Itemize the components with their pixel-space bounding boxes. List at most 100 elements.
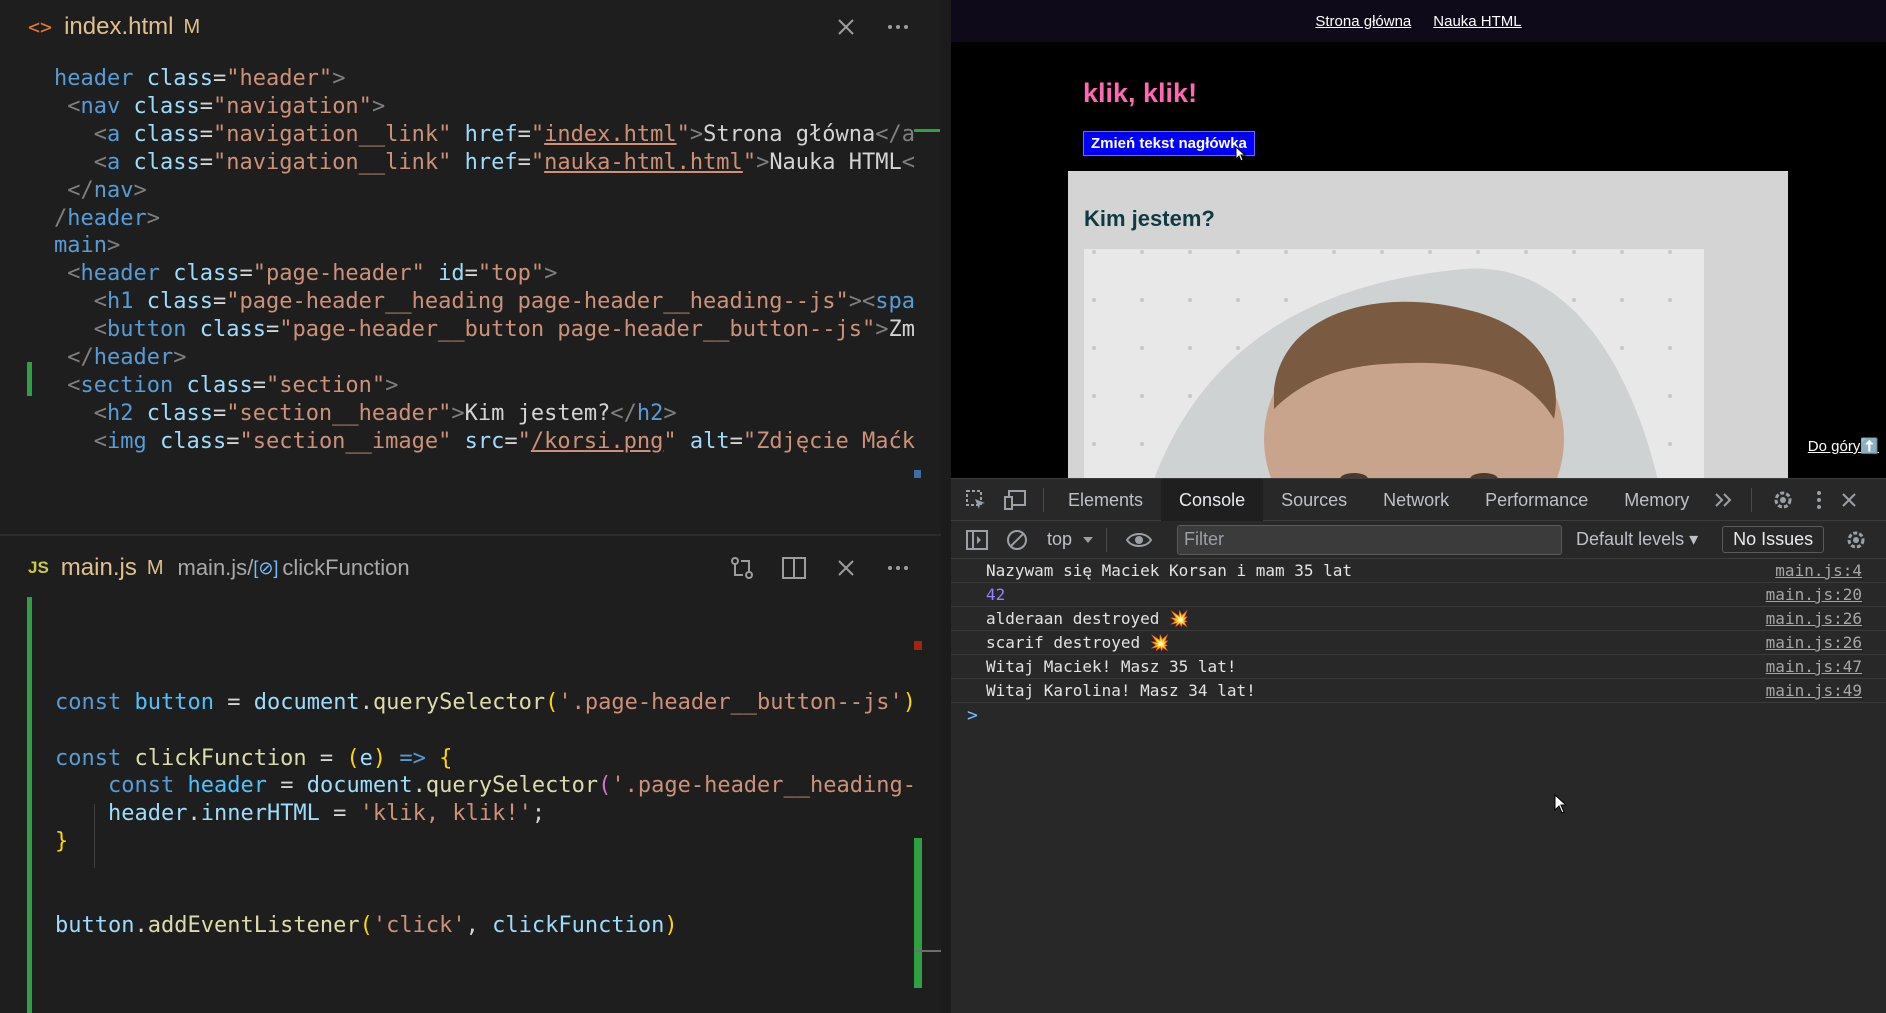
breadcrumb-file[interactable]: main.js	[178, 555, 248, 581]
code-token: (	[598, 773, 612, 799]
code-token: >	[451, 400, 465, 426]
sidebar-toggle-icon[interactable]	[957, 529, 997, 550]
code-token: index.html	[544, 121, 677, 147]
breadcrumb[interactable]: main.js / [⊘] clickFunction	[178, 555, 410, 581]
editor-tab-index-html[interactable]: <> index.html M	[0, 0, 941, 54]
console-settings-icon[interactable]	[1836, 529, 1876, 551]
issues-button[interactable]: No Issues	[1722, 526, 1825, 553]
close-icon[interactable]	[833, 555, 859, 581]
code-token: </a	[875, 121, 916, 147]
minimap-marker	[914, 470, 921, 478]
code-line[interactable]: header.innerHTML = 'klik, klik!';	[55, 797, 545, 831]
more-actions-icon[interactable]	[885, 14, 911, 40]
split-editor-icon[interactable]	[781, 555, 807, 581]
code-token: "section"	[265, 372, 386, 398]
tab-console[interactable]: Console	[1161, 479, 1264, 521]
tab-elements[interactable]: Elements	[1050, 479, 1161, 521]
nav-link-home[interactable]: Strona główna	[1315, 13, 1411, 30]
code-token: )	[372, 745, 387, 771]
code-token: href	[464, 121, 518, 147]
code-token: "	[530, 121, 545, 147]
code-token: >	[385, 372, 399, 398]
log-levels-dropdown[interactable]: Default levels ▾	[1576, 529, 1698, 550]
code-token: =>	[399, 745, 426, 771]
code-token: "section__image"	[239, 428, 452, 454]
compare-changes-icon[interactable]	[729, 555, 755, 581]
code-line[interactable]: <img class="section__image" src="/korsi.…	[54, 425, 915, 459]
console-source-link[interactable]: main.js:26	[1766, 607, 1862, 631]
code-line[interactable]: }	[55, 825, 68, 859]
editor-split-divider[interactable]	[0, 534, 941, 536]
code-token: <	[54, 400, 107, 426]
console-message: Witaj Maciek! Masz 35 lat! main.js:47	[951, 655, 1886, 679]
console-source-link[interactable]: main.js:47	[1766, 655, 1862, 679]
tab-memory[interactable]: Memory	[1606, 479, 1707, 521]
console-prompt[interactable]: >	[951, 703, 1886, 729]
device-toolbar-icon[interactable]	[995, 489, 1037, 511]
mouse-cursor-icon	[1554, 794, 1568, 814]
code-token: .	[187, 801, 201, 827]
console-source-link[interactable]: main.js:26	[1766, 631, 1862, 655]
back-to-top-link[interactable]: Do góry⬆️	[1808, 437, 1879, 455]
code-token: >	[371, 93, 386, 119]
code-token: nav	[80, 93, 121, 119]
tab-network[interactable]: Network	[1365, 479, 1467, 521]
code-token: =	[212, 66, 227, 91]
live-expression-eye-icon[interactable]	[1119, 531, 1159, 549]
more-actions-icon[interactable]	[885, 555, 911, 581]
code-line[interactable]: const button = document.querySelector('.…	[55, 686, 916, 720]
code-token: class	[146, 289, 213, 315]
inspect-element-icon[interactable]	[957, 489, 995, 511]
minimap-marker	[914, 950, 941, 952]
code-line[interactable]: button.addEventListener('click', clickFu…	[55, 909, 678, 943]
editor-tab-main-js[interactable]: JS main.js M main.js / [⊘] clickFunction	[0, 541, 941, 595]
code-token: ,	[465, 912, 493, 938]
code-token: alt	[689, 428, 730, 454]
code-token: header	[107, 801, 188, 827]
code-token: querySelector	[425, 773, 599, 799]
code-token: "navigation"	[212, 93, 372, 119]
code-token: header	[80, 261, 160, 287]
close-icon[interactable]	[833, 14, 859, 40]
code-token: spa	[875, 289, 915, 315]
tab-sources[interactable]: Sources	[1263, 479, 1365, 521]
console-filter-input[interactable]	[1177, 524, 1563, 555]
code-line[interactable]: <a class="navigation__link" href="nauka-…	[54, 146, 915, 180]
context-selector[interactable]: top	[1047, 529, 1094, 550]
console-source-link[interactable]: main.js:20	[1766, 583, 1862, 607]
tab-performance[interactable]: Performance	[1467, 479, 1606, 521]
code-token: class	[199, 317, 266, 343]
code-token: =	[239, 261, 253, 287]
code-token: Zm	[888, 317, 915, 343]
breadcrumb-symbol[interactable]: clickFunction	[282, 555, 409, 581]
js-code-area[interactable]: const button = document.querySelector('.…	[0, 602, 941, 1013]
code-token: button	[106, 317, 187, 343]
nav-link-html[interactable]: Nauka HTML	[1433, 13, 1521, 30]
code-token: =	[464, 261, 478, 287]
settings-gear-icon[interactable]	[1762, 489, 1804, 511]
console-source-link[interactable]: main.js:49	[1766, 679, 1862, 703]
code-token: '.page-header__button--js'	[558, 689, 903, 715]
html-code-area[interactable]: header class="header"> <nav class="navig…	[0, 62, 941, 532]
code-token: class	[133, 149, 200, 175]
close-devtools-icon[interactable]	[1834, 492, 1864, 508]
change-heading-button[interactable]: Zmień tekst nagłówka	[1083, 131, 1255, 156]
code-token: document	[253, 689, 360, 715]
code-token: <	[54, 93, 81, 119]
more-tabs-icon[interactable]	[1707, 492, 1741, 508]
code-token: h2	[636, 400, 664, 426]
code-token: </	[610, 400, 637, 426]
code-token: Nauka HTML	[769, 149, 902, 175]
code-token: >	[146, 205, 160, 231]
console-source-link[interactable]: main.js:4	[1775, 559, 1862, 583]
code-token: class	[146, 400, 213, 426]
console-message: 42 main.js:20	[951, 583, 1886, 607]
kebab-menu-icon[interactable]	[1804, 490, 1834, 510]
clear-console-icon[interactable]	[997, 529, 1037, 551]
